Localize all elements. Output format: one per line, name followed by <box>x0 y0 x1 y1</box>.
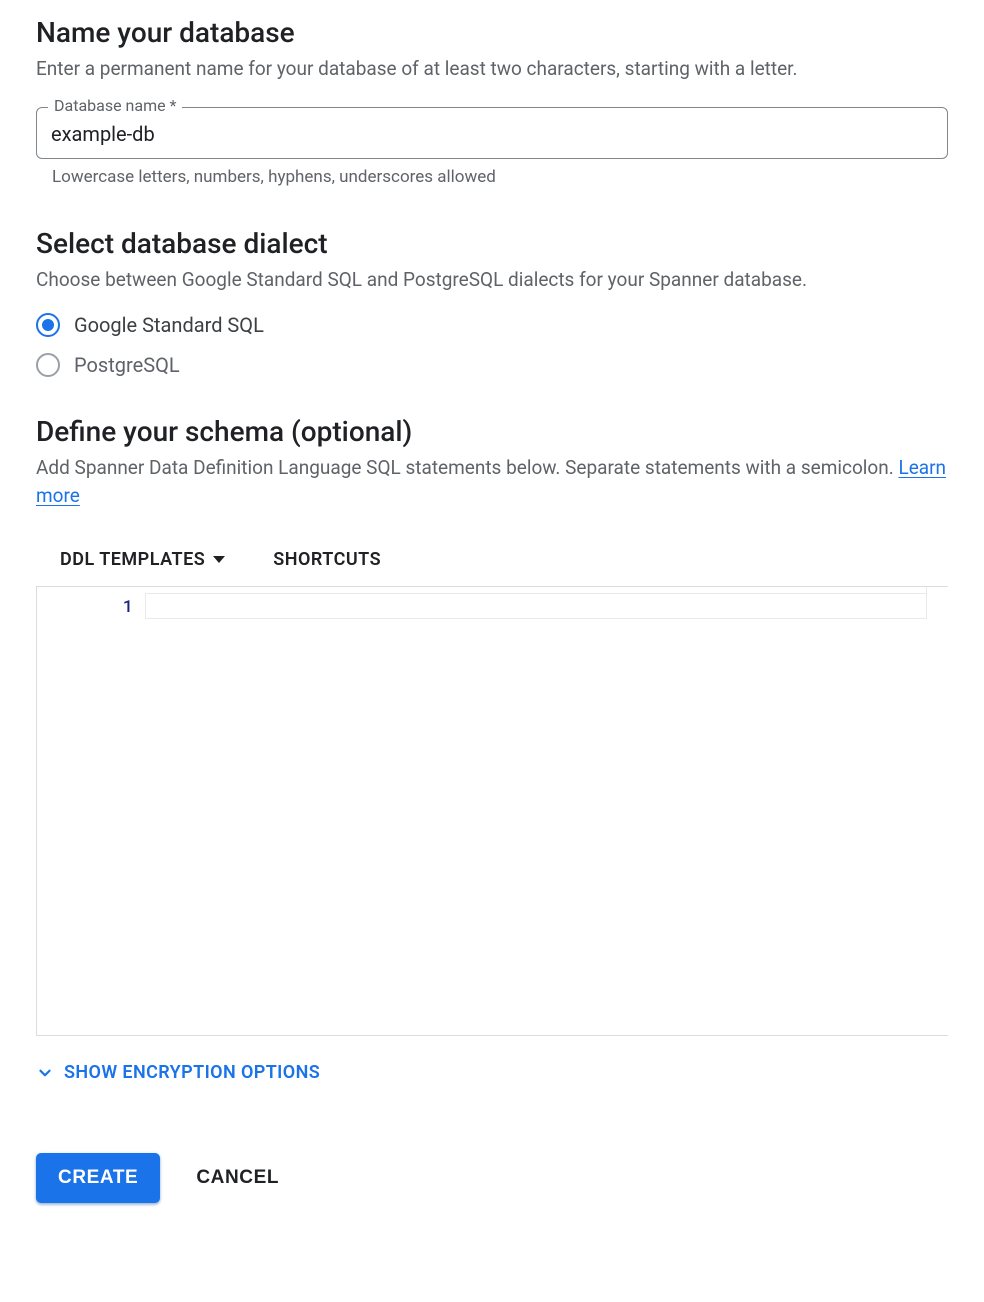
name-section-description: Enter a permanent name for your database… <box>36 55 948 83</box>
show-encryption-options-toggle[interactable]: SHOW ENCRYPTION OPTIONS <box>36 1062 948 1083</box>
dialect-section: Select database dialect Choose between G… <box>36 227 948 378</box>
radio-unselected-icon <box>36 353 60 377</box>
schema-section-description: Add Spanner Data Definition Language SQL… <box>36 454 948 509</box>
name-section-title: Name your database <box>36 16 948 49</box>
encryption-toggle-label: SHOW ENCRYPTION OPTIONS <box>64 1062 320 1083</box>
cancel-button[interactable]: CANCEL <box>196 1167 279 1189</box>
dialect-radio-group: Google Standard SQL PostgreSQL <box>36 313 948 377</box>
shortcuts-label: SHORTCUTS <box>273 549 381 570</box>
dialect-option-label: Google Standard SQL <box>74 313 264 337</box>
name-database-section: Name your database Enter a permanent nam… <box>36 16 948 187</box>
dialect-section-title: Select database dialect <box>36 227 948 260</box>
line-number: 1 <box>43 593 133 619</box>
database-name-label: Database name * <box>48 96 182 115</box>
ddl-templates-button[interactable]: DDL TEMPLATES <box>60 549 225 570</box>
editor-content[interactable] <box>145 587 926 1035</box>
editor-gutter: 1 <box>37 587 145 1035</box>
schema-section-title: Define your schema (optional) <box>36 415 948 448</box>
schema-section: Define your schema (optional) Add Spanne… <box>36 415 948 1083</box>
dialect-option-label: PostgreSQL <box>74 353 180 377</box>
footer-actions: CREATE CANCEL <box>36 1153 948 1203</box>
create-button[interactable]: CREATE <box>36 1153 160 1203</box>
schema-description-text: Add Spanner Data Definition Language SQL… <box>36 456 898 479</box>
shortcuts-button[interactable]: SHORTCUTS <box>273 549 381 570</box>
dialect-option-postgresql[interactable]: PostgreSQL <box>36 353 948 377</box>
database-name-field-wrap: Database name * <box>36 107 948 159</box>
editor-active-line <box>145 593 926 619</box>
dialect-section-description: Choose between Google Standard SQL and P… <box>36 266 948 294</box>
radio-selected-icon <box>36 313 60 337</box>
chevron-down-icon <box>36 1064 54 1082</box>
database-name-helper: Lowercase letters, numbers, hyphens, und… <box>36 167 948 187</box>
editor-toolbar: DDL TEMPLATES SHORTCUTS <box>36 509 948 586</box>
editor-scroll-gap <box>926 587 948 619</box>
database-name-input[interactable] <box>51 122 933 146</box>
dialect-option-google-standard-sql[interactable]: Google Standard SQL <box>36 313 948 337</box>
ddl-templates-label: DDL TEMPLATES <box>60 549 205 570</box>
ddl-code-editor[interactable]: 1 <box>36 586 948 1036</box>
dropdown-arrow-icon <box>213 556 225 563</box>
